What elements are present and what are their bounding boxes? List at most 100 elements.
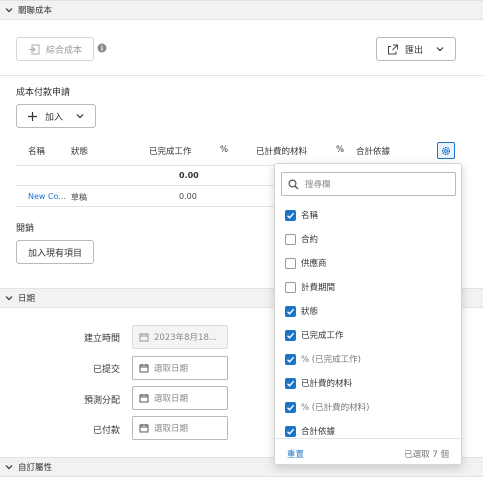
add-label: 加入 — [45, 112, 64, 123]
column-option[interactable]: % (已完成工作) — [285, 352, 361, 366]
column-option[interactable]: 已完成工作 — [285, 328, 344, 342]
check-icon — [287, 404, 295, 411]
submitted-date-picker[interactable]: 選取日期 — [132, 356, 228, 380]
column-picker-footer: 重置 已選取 7 個 — [275, 438, 461, 466]
date-placeholder: 選取日期 — [154, 424, 189, 434]
column-option-label: % (已計費的材料) — [301, 403, 370, 413]
column-picker-popup: 搜尋欄 名稱合約供應商計費期間狀態已完成工作 % (已完成工作) 已計費的材料 % (… — [274, 163, 462, 465]
row-completed-work: 0.00 — [179, 192, 197, 201]
combine-cost-button[interactable]: 綜合成本 — [16, 37, 94, 61]
column-header-billed-materials[interactable]: 已計費的材料 — [256, 145, 307, 157]
export-button[interactable]: 匯出 — [376, 37, 456, 61]
column-option[interactable]: 名稱 — [285, 208, 318, 222]
checkbox-checked[interactable] — [285, 305, 296, 317]
checkbox-checked[interactable] — [285, 425, 296, 437]
row-name-link[interactable]: New Co... — [28, 192, 66, 201]
column-option-label: 已完成工作 — [301, 331, 344, 341]
chevron-down-icon — [5, 296, 13, 301]
column-option-label: % (已完成工作) — [301, 355, 361, 365]
date-placeholder: 選取日期 — [154, 364, 189, 374]
divider — [16, 185, 274, 186]
checkbox-checked[interactable] — [285, 329, 296, 341]
column-option-label: 計費期間 — [301, 283, 336, 293]
column-option[interactable]: 供應商 — [285, 256, 327, 270]
column-header-percent-completed[interactable]: % — [220, 145, 228, 155]
column-option[interactable]: % (已計費的材料) — [285, 400, 369, 414]
calendar-icon — [139, 424, 149, 433]
column-header-percent-billed[interactable]: % — [336, 145, 344, 155]
divider — [16, 206, 274, 207]
column-option[interactable]: 合約 — [285, 232, 318, 246]
total-completed-work: 0.00 — [179, 171, 199, 180]
add-existing-button[interactable]: 加入現有項目 — [16, 240, 94, 264]
calendar-icon — [139, 364, 149, 373]
column-option-label: 合計依據 — [301, 427, 336, 437]
search-icon — [288, 178, 299, 189]
column-option-label: 狀態 — [301, 307, 319, 317]
check-icon — [287, 356, 295, 363]
section-title: 自訂屬性 — [18, 463, 53, 473]
created-date-field: 2023年8月18... — [132, 325, 228, 349]
row-status: 草稿 — [71, 193, 87, 202]
checkbox-unchecked[interactable] — [285, 233, 296, 245]
check-icon — [287, 308, 295, 315]
check-icon — [287, 332, 295, 339]
column-option[interactable]: 狀態 — [285, 304, 318, 318]
column-option[interactable]: 已計費的材料 — [285, 376, 352, 390]
checkbox-checked[interactable] — [285, 377, 296, 389]
column-header-status[interactable]: 狀態 — [71, 145, 88, 157]
payment-requests-title: 成本付款申請 — [16, 88, 71, 98]
column-option[interactable]: 計費期間 — [285, 280, 335, 294]
checkbox-checked[interactable] — [285, 401, 296, 413]
paid-date-picker[interactable]: 選取日期 — [132, 416, 228, 440]
section-title: 關聯成本 — [18, 6, 53, 16]
date-placeholder: 選取日期 — [154, 394, 189, 404]
column-header-name[interactable]: 名稱 — [28, 145, 45, 157]
column-option[interactable]: 合計依據 — [285, 424, 335, 438]
column-settings-button[interactable] — [437, 142, 455, 159]
check-icon — [287, 428, 295, 435]
link-in-icon — [28, 44, 40, 54]
divider — [16, 165, 274, 166]
gear-icon — [441, 146, 451, 155]
section-title: 日期 — [18, 294, 36, 304]
column-option-label: 已計費的材料 — [301, 379, 353, 389]
divider — [0, 75, 483, 76]
reset-button[interactable]: 重置 — [287, 448, 304, 460]
search-placeholder: 搜尋欄 — [305, 180, 331, 190]
plus-icon — [28, 111, 37, 121]
created-date-value: 2023年8月18... — [154, 333, 217, 343]
selected-count: 已選取 7 個 — [404, 450, 449, 460]
checkbox-checked[interactable] — [285, 353, 296, 365]
add-existing-label: 加入現有項目 — [27, 248, 82, 259]
open-section-title: 開銷 — [16, 224, 35, 234]
column-header-total-basis[interactable]: 合計依據 — [356, 145, 390, 157]
created-label: 建立時間 — [83, 334, 120, 344]
checkbox-unchecked[interactable] — [285, 257, 296, 269]
chevron-down-icon — [436, 47, 444, 52]
chevron-down-icon — [5, 465, 13, 470]
column-option-label: 供應商 — [301, 259, 327, 269]
section-header-related-cost[interactable]: 關聯成本 — [0, 0, 483, 20]
submitted-label: 已提交 — [92, 365, 120, 375]
calendar-icon — [139, 333, 149, 342]
column-option-label: 名稱 — [301, 211, 319, 221]
check-icon — [287, 380, 295, 387]
check-icon — [287, 212, 295, 219]
export-icon — [387, 44, 398, 54]
checkbox-checked[interactable] — [285, 209, 296, 221]
forecast-date-picker[interactable]: 選取日期 — [132, 386, 228, 410]
combine-cost-label: 綜合成本 — [45, 45, 82, 56]
calendar-icon — [139, 394, 149, 403]
export-label: 匯出 — [404, 45, 423, 56]
add-dropdown-button[interactable]: 加入 — [16, 104, 96, 128]
column-option-label: 合約 — [301, 235, 319, 245]
column-header-completed-work[interactable]: 已完成工作 — [149, 145, 192, 157]
paid-label: 已付款 — [92, 426, 120, 436]
info-icon[interactable] — [97, 43, 107, 53]
checkbox-unchecked[interactable] — [285, 281, 296, 293]
column-search-input[interactable]: 搜尋欄 — [281, 172, 456, 196]
forecast-label: 預測分配 — [83, 396, 120, 406]
chevron-down-icon — [5, 8, 13, 13]
chevron-down-icon — [76, 114, 84, 119]
